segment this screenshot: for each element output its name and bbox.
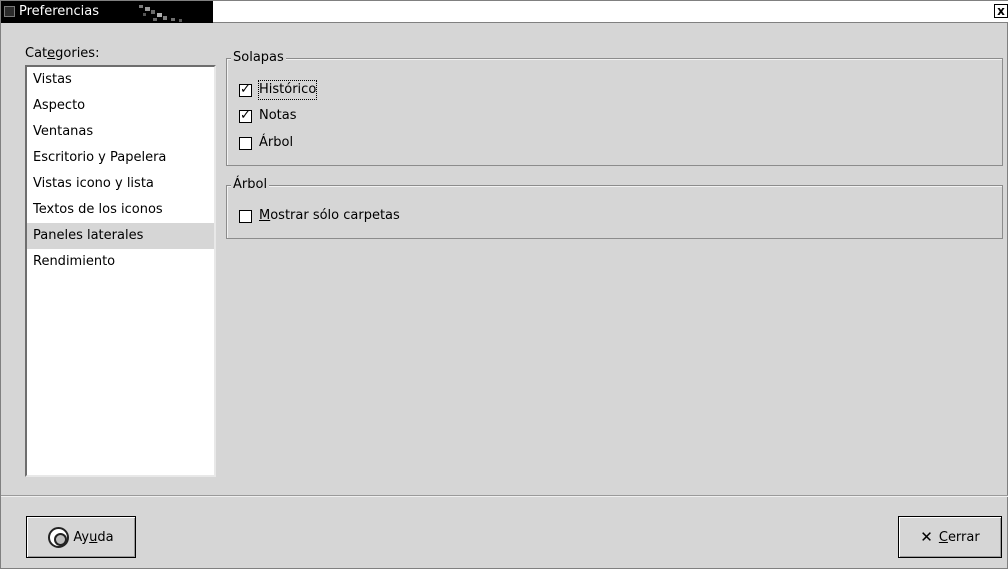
close-glyph: x bbox=[997, 4, 1005, 18]
close-label-end: errar bbox=[947, 529, 980, 545]
category-item-paneles-laterales[interactable]: Paneles laterales bbox=[27, 223, 214, 249]
historico-label[interactable]: Histórico bbox=[257, 80, 318, 100]
close-icon: ✕ bbox=[920, 528, 933, 546]
window-title: Preferencias bbox=[19, 4, 100, 19]
close-label: Cerrar bbox=[939, 530, 980, 545]
option-historico[interactable]: ✓ Histórico bbox=[239, 80, 318, 100]
category-item-vistas[interactable]: Vistas bbox=[27, 67, 214, 93]
category-item-escritorio-papelera[interactable]: Escritorio y Papelera bbox=[27, 145, 214, 171]
window-close-button[interactable]: x bbox=[994, 4, 1008, 18]
arbol-legend: Árbol bbox=[231, 177, 270, 193]
mostrar-solo-carpetas-checkbox[interactable] bbox=[239, 209, 252, 223]
close-button[interactable]: ✕ Cerrar bbox=[898, 516, 1002, 558]
solapas-legend: Solapas bbox=[231, 50, 286, 66]
help-label: Ayuda bbox=[73, 530, 113, 545]
arbol-checkbox[interactable] bbox=[239, 136, 252, 150]
notas-checkbox[interactable]: ✓ bbox=[239, 107, 252, 123]
categories-label: Categories: bbox=[25, 47, 99, 61]
checkmark-icon: ✓ bbox=[240, 107, 251, 123]
close-label-mnemonic: C bbox=[938, 529, 948, 545]
category-item-textos-iconos[interactable]: Textos de los iconos bbox=[27, 197, 214, 223]
category-item-aspecto[interactable]: Aspecto bbox=[27, 93, 214, 119]
arbol-label[interactable]: Árbol bbox=[259, 134, 293, 152]
option-mostrar-solo-carpetas[interactable]: Mostrar sólo carpetas bbox=[239, 206, 400, 226]
window-menu-icon[interactable] bbox=[4, 6, 15, 17]
titlebar-pattern bbox=[133, 1, 213, 23]
arbol-frame: Árbol Mostrar sólo carpetas bbox=[226, 177, 1003, 239]
option-notas[interactable]: ✓ Notas bbox=[239, 106, 297, 126]
categories-label-start: Cat bbox=[25, 46, 48, 61]
help-label-end: da bbox=[97, 529, 114, 545]
solapas-frame: Solapas ✓ Histórico ✓ Notas Árbol bbox=[226, 50, 1003, 166]
categories-list[interactable]: Vistas Aspecto Ventanas Escritorio y Pap… bbox=[25, 65, 216, 477]
category-item-rendimiento[interactable]: Rendimiento bbox=[27, 249, 214, 275]
categories-label-end: gories: bbox=[55, 46, 100, 61]
mostrar-mnemonic: M bbox=[259, 208, 271, 223]
checkmark-icon: ✓ bbox=[240, 81, 251, 97]
category-item-vistas-icono-lista[interactable]: Vistas icono y lista bbox=[27, 171, 214, 197]
titlebar[interactable]: Preferencias x bbox=[1, 1, 1008, 23]
help-label-start: Ay bbox=[73, 529, 90, 545]
mostrar-solo-carpetas-label[interactable]: Mostrar sólo carpetas bbox=[259, 207, 400, 225]
title-block: Preferencias bbox=[1, 1, 213, 23]
notas-label[interactable]: Notas bbox=[259, 107, 297, 125]
option-arbol[interactable]: Árbol bbox=[239, 133, 293, 153]
categories-label-mnemonic: e bbox=[47, 46, 56, 61]
mostrar-rest: ostrar sólo carpetas bbox=[270, 208, 400, 223]
category-item-ventanas[interactable]: Ventanas bbox=[27, 119, 214, 145]
action-area-separator bbox=[1, 495, 1008, 497]
help-button[interactable]: Ayuda bbox=[26, 516, 136, 558]
preferences-window: Preferencias x Categories: Vistas Aspect… bbox=[0, 0, 1008, 569]
help-lifebuoy-icon bbox=[48, 526, 70, 548]
historico-checkbox[interactable]: ✓ bbox=[239, 81, 252, 97]
